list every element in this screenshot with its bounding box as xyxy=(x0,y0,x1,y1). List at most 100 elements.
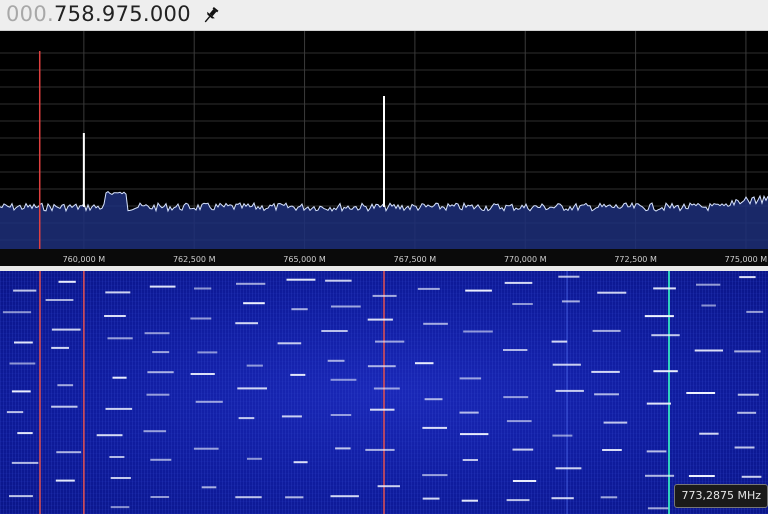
tick-label: 772,500 M xyxy=(614,255,657,264)
waterfall-dash xyxy=(646,402,671,405)
waterfall-dash xyxy=(600,496,618,499)
waterfall-dash xyxy=(58,280,76,283)
waterfall-dash xyxy=(506,420,532,423)
waterfall-dash xyxy=(459,377,482,380)
waterfall-dash xyxy=(281,415,302,418)
waterfall-dash xyxy=(506,499,530,502)
waterfall-dash xyxy=(503,396,529,399)
waterfall-dash xyxy=(653,287,676,290)
waterfall-dash xyxy=(696,283,721,286)
waterfall-dash xyxy=(112,376,127,379)
waterfall-dash xyxy=(51,346,69,349)
waterfall-dash xyxy=(377,485,400,488)
waterfall-dash xyxy=(14,341,33,344)
waterfall-dash xyxy=(331,305,361,308)
waterfall-dash xyxy=(144,332,170,335)
waterfall-dash xyxy=(367,365,396,368)
waterfall-dash xyxy=(555,467,582,470)
waterfall-dash xyxy=(235,322,258,325)
waterfall-dash xyxy=(460,433,489,436)
waterfall-dash xyxy=(370,408,395,411)
waterfall-dash xyxy=(552,363,581,366)
waterfall-dash xyxy=(150,458,172,461)
waterfall-dash xyxy=(647,507,669,510)
waterfall-dash xyxy=(734,350,761,353)
waterfall-dash xyxy=(57,384,74,387)
tick-label: 767,500 M xyxy=(394,255,437,264)
tick-label: 762,500 M xyxy=(173,255,216,264)
waterfall-dash xyxy=(236,282,266,285)
waterfall-dash xyxy=(423,322,448,325)
waterfall-dash xyxy=(465,289,492,292)
waterfall-display[interactable]: 773,2875 MHz xyxy=(0,271,768,514)
waterfall-dash xyxy=(365,448,395,451)
frequency-hover-readout: 773,2875 MHz xyxy=(674,484,768,508)
waterfall-dash xyxy=(461,499,478,502)
waterfall-dash xyxy=(107,337,133,340)
waterfall-dash xyxy=(558,275,580,278)
waterfall-dash xyxy=(290,373,306,376)
waterfall-dash xyxy=(235,496,262,499)
waterfall-dash xyxy=(375,340,405,343)
waterfall-dash xyxy=(645,474,675,477)
waterfall-dash xyxy=(422,426,447,429)
waterfall-dash xyxy=(597,291,627,294)
waterfall-dash xyxy=(512,303,533,305)
waterfall-dash xyxy=(372,294,397,297)
waterfall-dash xyxy=(277,342,302,345)
waterfall-dash xyxy=(330,414,352,416)
tick-label: 775,000 M xyxy=(725,255,768,264)
waterfall-dash xyxy=(746,310,764,313)
waterfall-dash xyxy=(367,318,393,321)
waterfall-dash xyxy=(110,477,131,479)
waterfall-dash xyxy=(686,392,716,394)
waterfall-dash xyxy=(737,393,759,396)
waterfall-dash xyxy=(11,461,39,464)
waterfall-dash xyxy=(417,287,440,290)
waterfall-dash xyxy=(238,417,255,420)
waterfall-dash xyxy=(6,411,24,414)
waterfall-dash xyxy=(201,486,217,489)
waterfall-dash xyxy=(512,480,537,482)
waterfall-dash xyxy=(335,447,351,450)
waterfall-dash xyxy=(422,474,448,477)
waterfall-dash xyxy=(56,451,82,454)
waterfall-dash xyxy=(327,359,345,362)
waterfall-dash xyxy=(110,506,130,509)
waterfall-dash xyxy=(594,393,619,396)
waterfall-dash xyxy=(193,447,219,450)
waterfall-dash xyxy=(321,330,348,332)
waterfall-dash xyxy=(152,351,170,354)
waterfall-dash xyxy=(9,495,33,498)
waterfall-dash xyxy=(285,496,304,499)
tick-label: 765,000 M xyxy=(283,255,326,264)
waterfall-dash xyxy=(96,434,123,437)
tick-label: 760,000 M xyxy=(63,255,106,264)
waterfall-dash xyxy=(459,411,479,414)
waterfall-dash xyxy=(602,449,622,451)
waterfall-dash xyxy=(701,304,716,307)
waterfall-dash xyxy=(147,371,174,374)
pin-icon[interactable] xyxy=(201,5,221,25)
waterfall-dash xyxy=(551,340,568,343)
waterfall-dash xyxy=(551,497,574,500)
waterfall-dash xyxy=(373,387,400,390)
waterfall-dash xyxy=(197,351,218,354)
frequency-display[interactable]: 000.758.975.000 xyxy=(6,1,191,27)
waterfall-dash xyxy=(651,334,680,337)
waterfall-dash xyxy=(105,291,131,294)
spectrum-plot[interactable]: 760,000 M 762,500 M 765,000 M 767,500 M 770,… xyxy=(0,31,768,266)
waterfall-dash xyxy=(51,405,78,408)
waterfall-dash xyxy=(13,289,37,292)
tick-label: 770,000 M xyxy=(504,255,547,264)
waterfall-dash xyxy=(247,457,262,460)
waterfall-dash xyxy=(246,364,263,367)
waterfall-dash xyxy=(734,446,755,449)
waterfall-dash xyxy=(562,300,580,303)
waterfall-dash xyxy=(51,328,81,331)
waterfall-dash xyxy=(591,370,620,373)
waterfall-dash xyxy=(688,475,715,477)
waterfall-dash xyxy=(190,317,212,320)
frequency-value: 758.975.000 xyxy=(53,2,191,26)
waterfall-dash xyxy=(741,475,762,478)
